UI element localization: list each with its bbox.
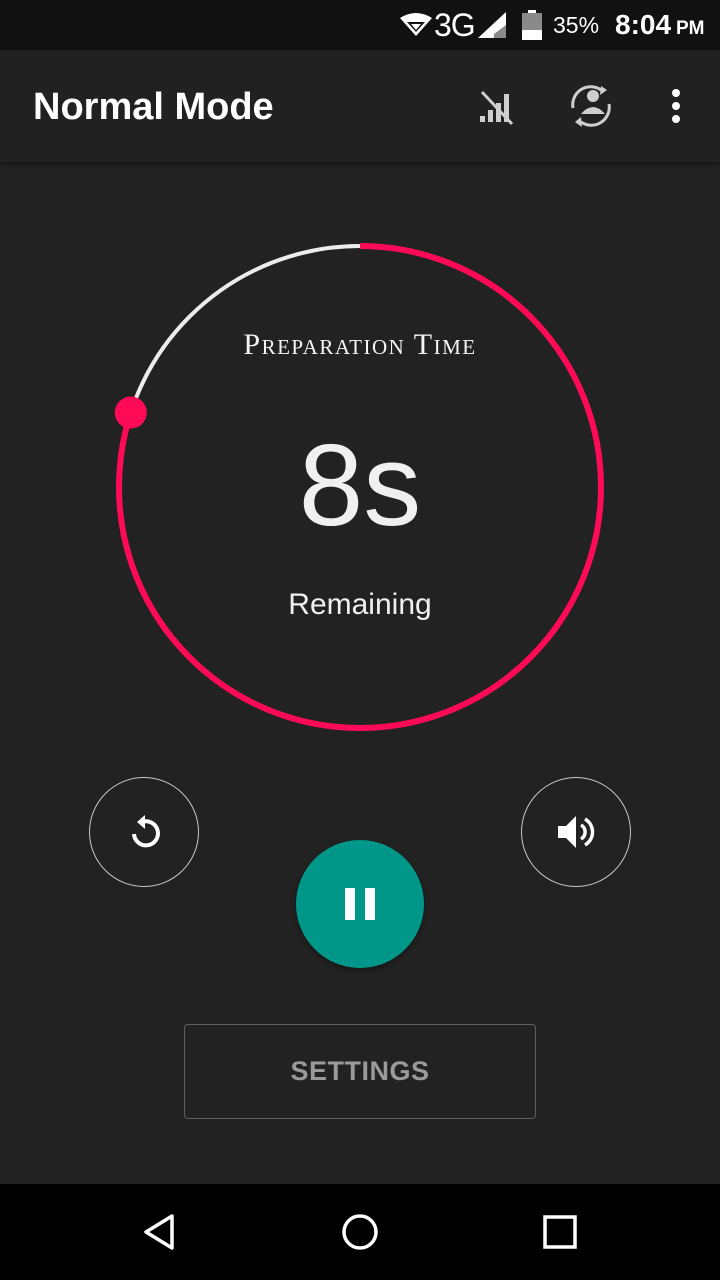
volume-icon: [558, 816, 595, 848]
volume-button[interactable]: [521, 777, 631, 887]
nav-bar: [0, 1184, 720, 1280]
restart-button[interactable]: [89, 777, 199, 887]
pause-button[interactable]: [296, 840, 424, 968]
timer-sublabel: Remaining: [288, 588, 432, 621]
timer-value: 8s: [298, 420, 422, 550]
back-icon[interactable]: [130, 1202, 190, 1262]
pause-icon: [345, 888, 375, 920]
timer-label: Preparation Time: [243, 328, 477, 361]
restart-icon: [132, 815, 160, 848]
recents-icon[interactable]: [530, 1202, 590, 1262]
timer-ring: [114, 243, 604, 731]
settings-button[interactable]: SETTINGS: [184, 1024, 536, 1119]
timer: Preparation Time 8s Remaining: [0, 0, 720, 760]
home-icon[interactable]: [330, 1202, 390, 1262]
